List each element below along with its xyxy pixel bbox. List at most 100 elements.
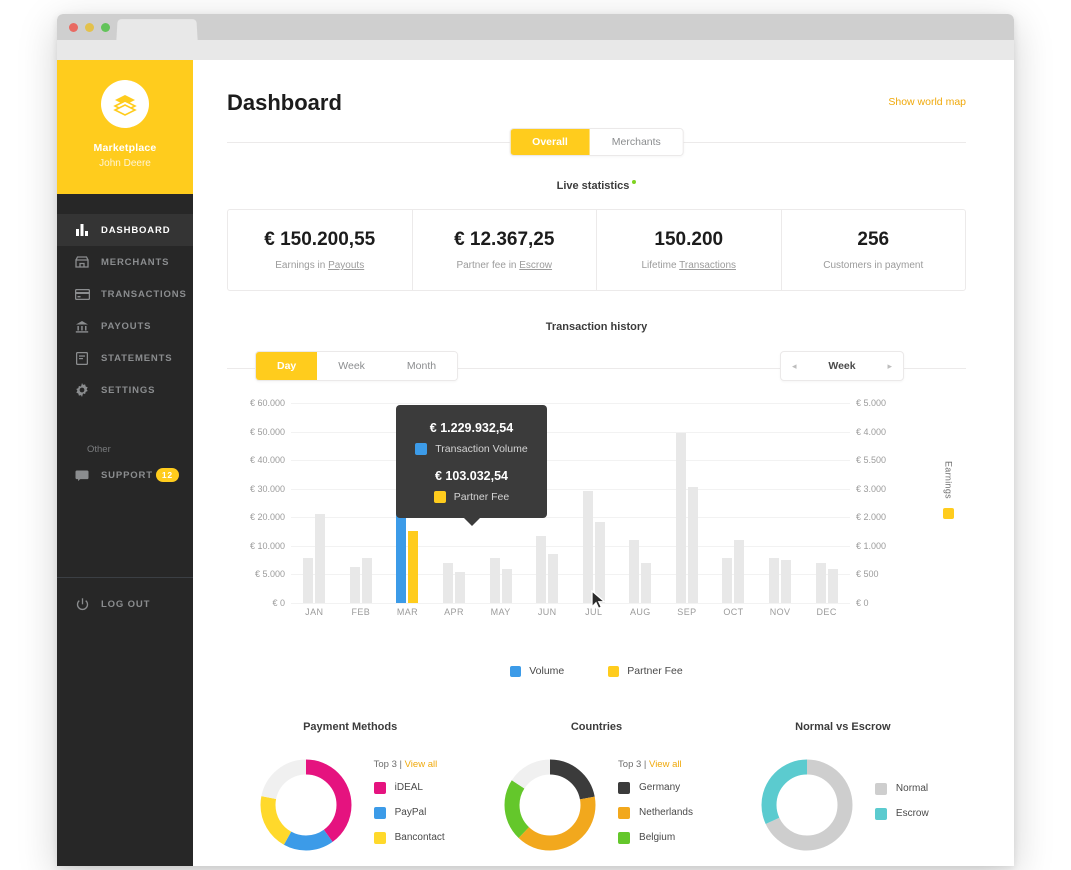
chart-month-group[interactable] [582, 403, 605, 603]
chart-month-group[interactable] [675, 403, 698, 603]
page-title: Dashboard [227, 90, 342, 115]
bar-partner-fee[interactable] [315, 514, 326, 603]
x-axis-tick: JUN [537, 607, 557, 617]
credit-card-icon [74, 287, 90, 301]
donut-legend-item[interactable]: Netherlands [618, 806, 693, 819]
bar-volume[interactable] [629, 540, 640, 603]
tab-merchants[interactable]: Merchants [589, 129, 683, 155]
donut-legend-item[interactable]: Belgium [618, 831, 693, 844]
bar-volume[interactable] [722, 558, 733, 603]
bar-volume[interactable] [675, 433, 686, 603]
bar-volume[interactable] [536, 536, 547, 603]
y-axis-tick-right: € 1.000 [856, 540, 887, 551]
donut-legend-item[interactable]: PayPal [373, 806, 445, 819]
close-window-button[interactable] [69, 23, 78, 32]
period-month[interactable]: Month [385, 352, 458, 380]
donut-chart[interactable] [256, 755, 356, 860]
chart-right-axis: € 5.000 € 4.000 € 5.500 € 3.000 € 2.000 € 1.0… [856, 398, 914, 608]
legend-fee-swatch [608, 665, 620, 677]
sidebar-item-payouts[interactable]: PAYOUTS [57, 310, 193, 342]
bar-partner-fee[interactable] [687, 487, 698, 603]
bar-partner-fee[interactable] [361, 558, 372, 603]
donut-legend-item[interactable]: Bancontact [373, 831, 445, 844]
view-all-link[interactable]: View all [649, 759, 682, 770]
bar-partner-fee[interactable] [641, 563, 652, 603]
bar-partner-fee[interactable] [734, 540, 745, 603]
donut-legend-item[interactable]: Germany [618, 781, 693, 794]
legend-fee-label: Partner Fee [627, 665, 683, 677]
chart-month-group[interactable] [349, 403, 372, 603]
bar-partner-fee[interactable] [408, 531, 419, 603]
donut-legend-swatch [618, 831, 631, 844]
x-axis-tick: MAR [396, 607, 419, 617]
sidebar-item-settings[interactable]: SETTINGS [57, 374, 193, 406]
logout-button[interactable]: LOG OUT [57, 591, 193, 617]
show-world-map-link[interactable]: Show world map [888, 96, 966, 108]
chart-month-group[interactable] [303, 403, 326, 603]
donut-charts-row: Payment Methods Top 3 | View all iDEAL PayP… [227, 721, 966, 860]
chevron-right-icon[interactable]: ▸ [887, 361, 892, 372]
bar-volume[interactable] [582, 491, 593, 603]
y-axis-tick-left: € 0 [272, 598, 285, 608]
sidebar-item-merchants[interactable]: MERCHANTS [57, 246, 193, 278]
donut-legend: Normal Escrow [874, 782, 929, 833]
sidebar-item-statements[interactable]: STATEMENTS [57, 342, 193, 374]
sidebar-item-dashboard[interactable]: DASHBOARD [57, 214, 193, 246]
legend-volume-swatch [510, 665, 522, 677]
live-statistics-text: Live statistics [556, 180, 630, 192]
bar-volume[interactable] [303, 558, 314, 603]
bar-volume[interactable] [443, 563, 454, 603]
bar-volume[interactable] [769, 558, 780, 603]
y-axis-tick-right: € 5.000 [856, 398, 887, 408]
bar-volume[interactable] [396, 514, 407, 603]
donut-legend-item[interactable]: Escrow [874, 807, 929, 820]
chart-month-group[interactable] [815, 403, 838, 603]
bar-partner-fee[interactable] [548, 554, 559, 603]
tooltip-fee-row: Partner Fee [396, 491, 547, 503]
stat-label-link[interactable]: Escrow [519, 260, 552, 271]
tab-overall[interactable]: Overall [510, 129, 590, 155]
minimize-window-button[interactable] [85, 23, 94, 32]
bar-partner-fee[interactable] [827, 569, 838, 603]
period-day[interactable]: Day [256, 352, 318, 380]
chart-month-group[interactable] [629, 403, 652, 603]
donut-legend-item[interactable]: iDEAL [373, 781, 445, 794]
stat-label-prefix: Earnings in [275, 260, 329, 271]
window-controls[interactable] [69, 23, 110, 32]
donut-legend-item[interactable]: Normal [874, 782, 929, 795]
maximize-window-button[interactable] [101, 23, 110, 32]
bar-volume[interactable] [489, 558, 500, 603]
sidebar-item-label: SUPPORT [101, 469, 153, 481]
period-week[interactable]: Week [317, 352, 386, 380]
y-axis-tick-left: € 20.000 [249, 512, 285, 523]
chart-month-group[interactable] [722, 403, 745, 603]
browser-tab[interactable] [116, 19, 198, 41]
view-all-link[interactable]: View all [405, 759, 438, 770]
x-axis-tick: AUG [629, 607, 651, 617]
chevron-left-icon[interactable]: ◂ [792, 361, 797, 372]
tooltip-fee-value: € 103.032,54 [435, 469, 508, 483]
stat-label-link[interactable]: Payouts [328, 260, 364, 271]
bar-partner-fee[interactable] [501, 569, 512, 603]
power-icon [74, 597, 90, 611]
stat-label-prefix: Lifetime [641, 260, 680, 271]
donut-body: Top 3 | View all iDEAL PayPal Bancontact [227, 755, 473, 860]
sidebar-item-transactions[interactable]: TRANSACTIONS [57, 278, 193, 310]
x-axis-tick: DEC [816, 607, 837, 617]
stat-label: Lifetime Transactions [642, 260, 737, 271]
donut-chart[interactable] [757, 755, 857, 860]
sidebar-item-support[interactable]: SUPPORT 12 [57, 459, 193, 491]
bar-partner-fee[interactable] [455, 572, 466, 603]
bar-volume[interactable] [815, 563, 826, 603]
bar-volume[interactable] [349, 567, 360, 603]
stat-value: 256 [857, 229, 890, 250]
chart-month-group[interactable] [769, 403, 792, 603]
stat-label-link[interactable]: Transactions [679, 260, 736, 271]
donut-chart[interactable] [500, 755, 600, 860]
bar-partner-fee[interactable] [781, 560, 792, 603]
main-content: Dashboard Show world map Overall Merchan… [193, 60, 1014, 866]
donut-legend-label: Bancontact [394, 832, 445, 843]
stat-card: € 12.367,25 Partner fee in Escrow [413, 210, 597, 290]
chart-left-axis: € 60.000 € 50.000 € 40.000 € 30.000 € 20.000… [227, 398, 285, 608]
stat-value: 150.200 [654, 229, 724, 250]
